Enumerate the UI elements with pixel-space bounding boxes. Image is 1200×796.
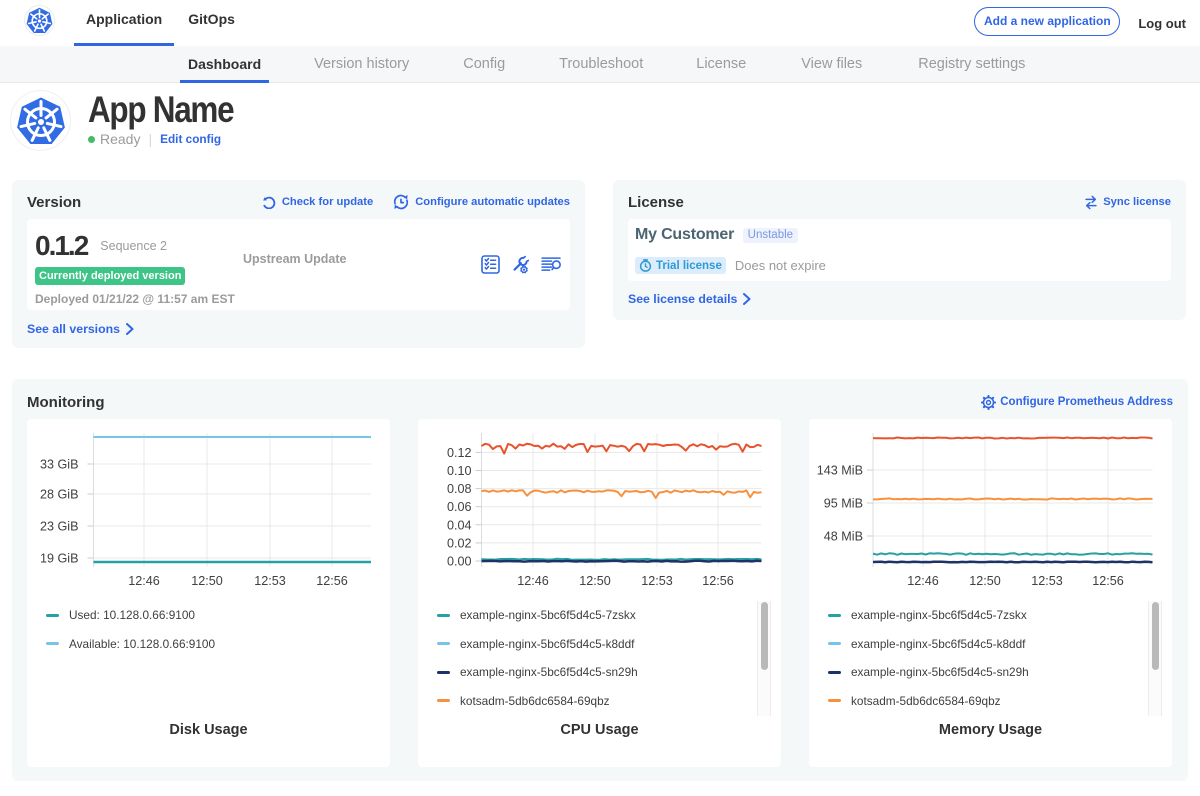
svg-text:12:46: 12:46 xyxy=(128,574,160,588)
svg-text:12:50: 12:50 xyxy=(969,574,1001,588)
svg-text:12:53: 12:53 xyxy=(641,574,673,588)
svg-text:23 GiB: 23 GiB xyxy=(40,520,79,534)
svg-text:48 MiB: 48 MiB xyxy=(824,530,863,544)
svg-text:0.12: 0.12 xyxy=(447,446,472,460)
svg-text:33 GiB: 33 GiB xyxy=(40,458,79,472)
svg-text:12:53: 12:53 xyxy=(1031,574,1063,588)
svg-text:12:50: 12:50 xyxy=(191,574,223,588)
svg-text:0.10: 0.10 xyxy=(447,464,472,478)
svg-text:12:50: 12:50 xyxy=(579,574,611,588)
svg-text:12:56: 12:56 xyxy=(316,574,348,588)
svg-text:12:56: 12:56 xyxy=(702,574,734,588)
svg-text:12:56: 12:56 xyxy=(1092,574,1124,588)
svg-text:0.00: 0.00 xyxy=(447,555,472,569)
svg-text:95 MiB: 95 MiB xyxy=(824,497,863,511)
svg-text:0.04: 0.04 xyxy=(447,518,472,532)
svg-text:0.02: 0.02 xyxy=(447,536,472,550)
svg-text:28 GiB: 28 GiB xyxy=(40,488,79,502)
svg-text:143 MiB: 143 MiB xyxy=(817,464,863,478)
svg-text:0.08: 0.08 xyxy=(447,482,472,496)
svg-text:12:46: 12:46 xyxy=(907,574,939,588)
svg-text:0.06: 0.06 xyxy=(447,500,472,514)
svg-text:12:53: 12:53 xyxy=(254,574,286,588)
svg-text:19 GiB: 19 GiB xyxy=(40,552,79,566)
svg-text:12:46: 12:46 xyxy=(517,574,549,588)
